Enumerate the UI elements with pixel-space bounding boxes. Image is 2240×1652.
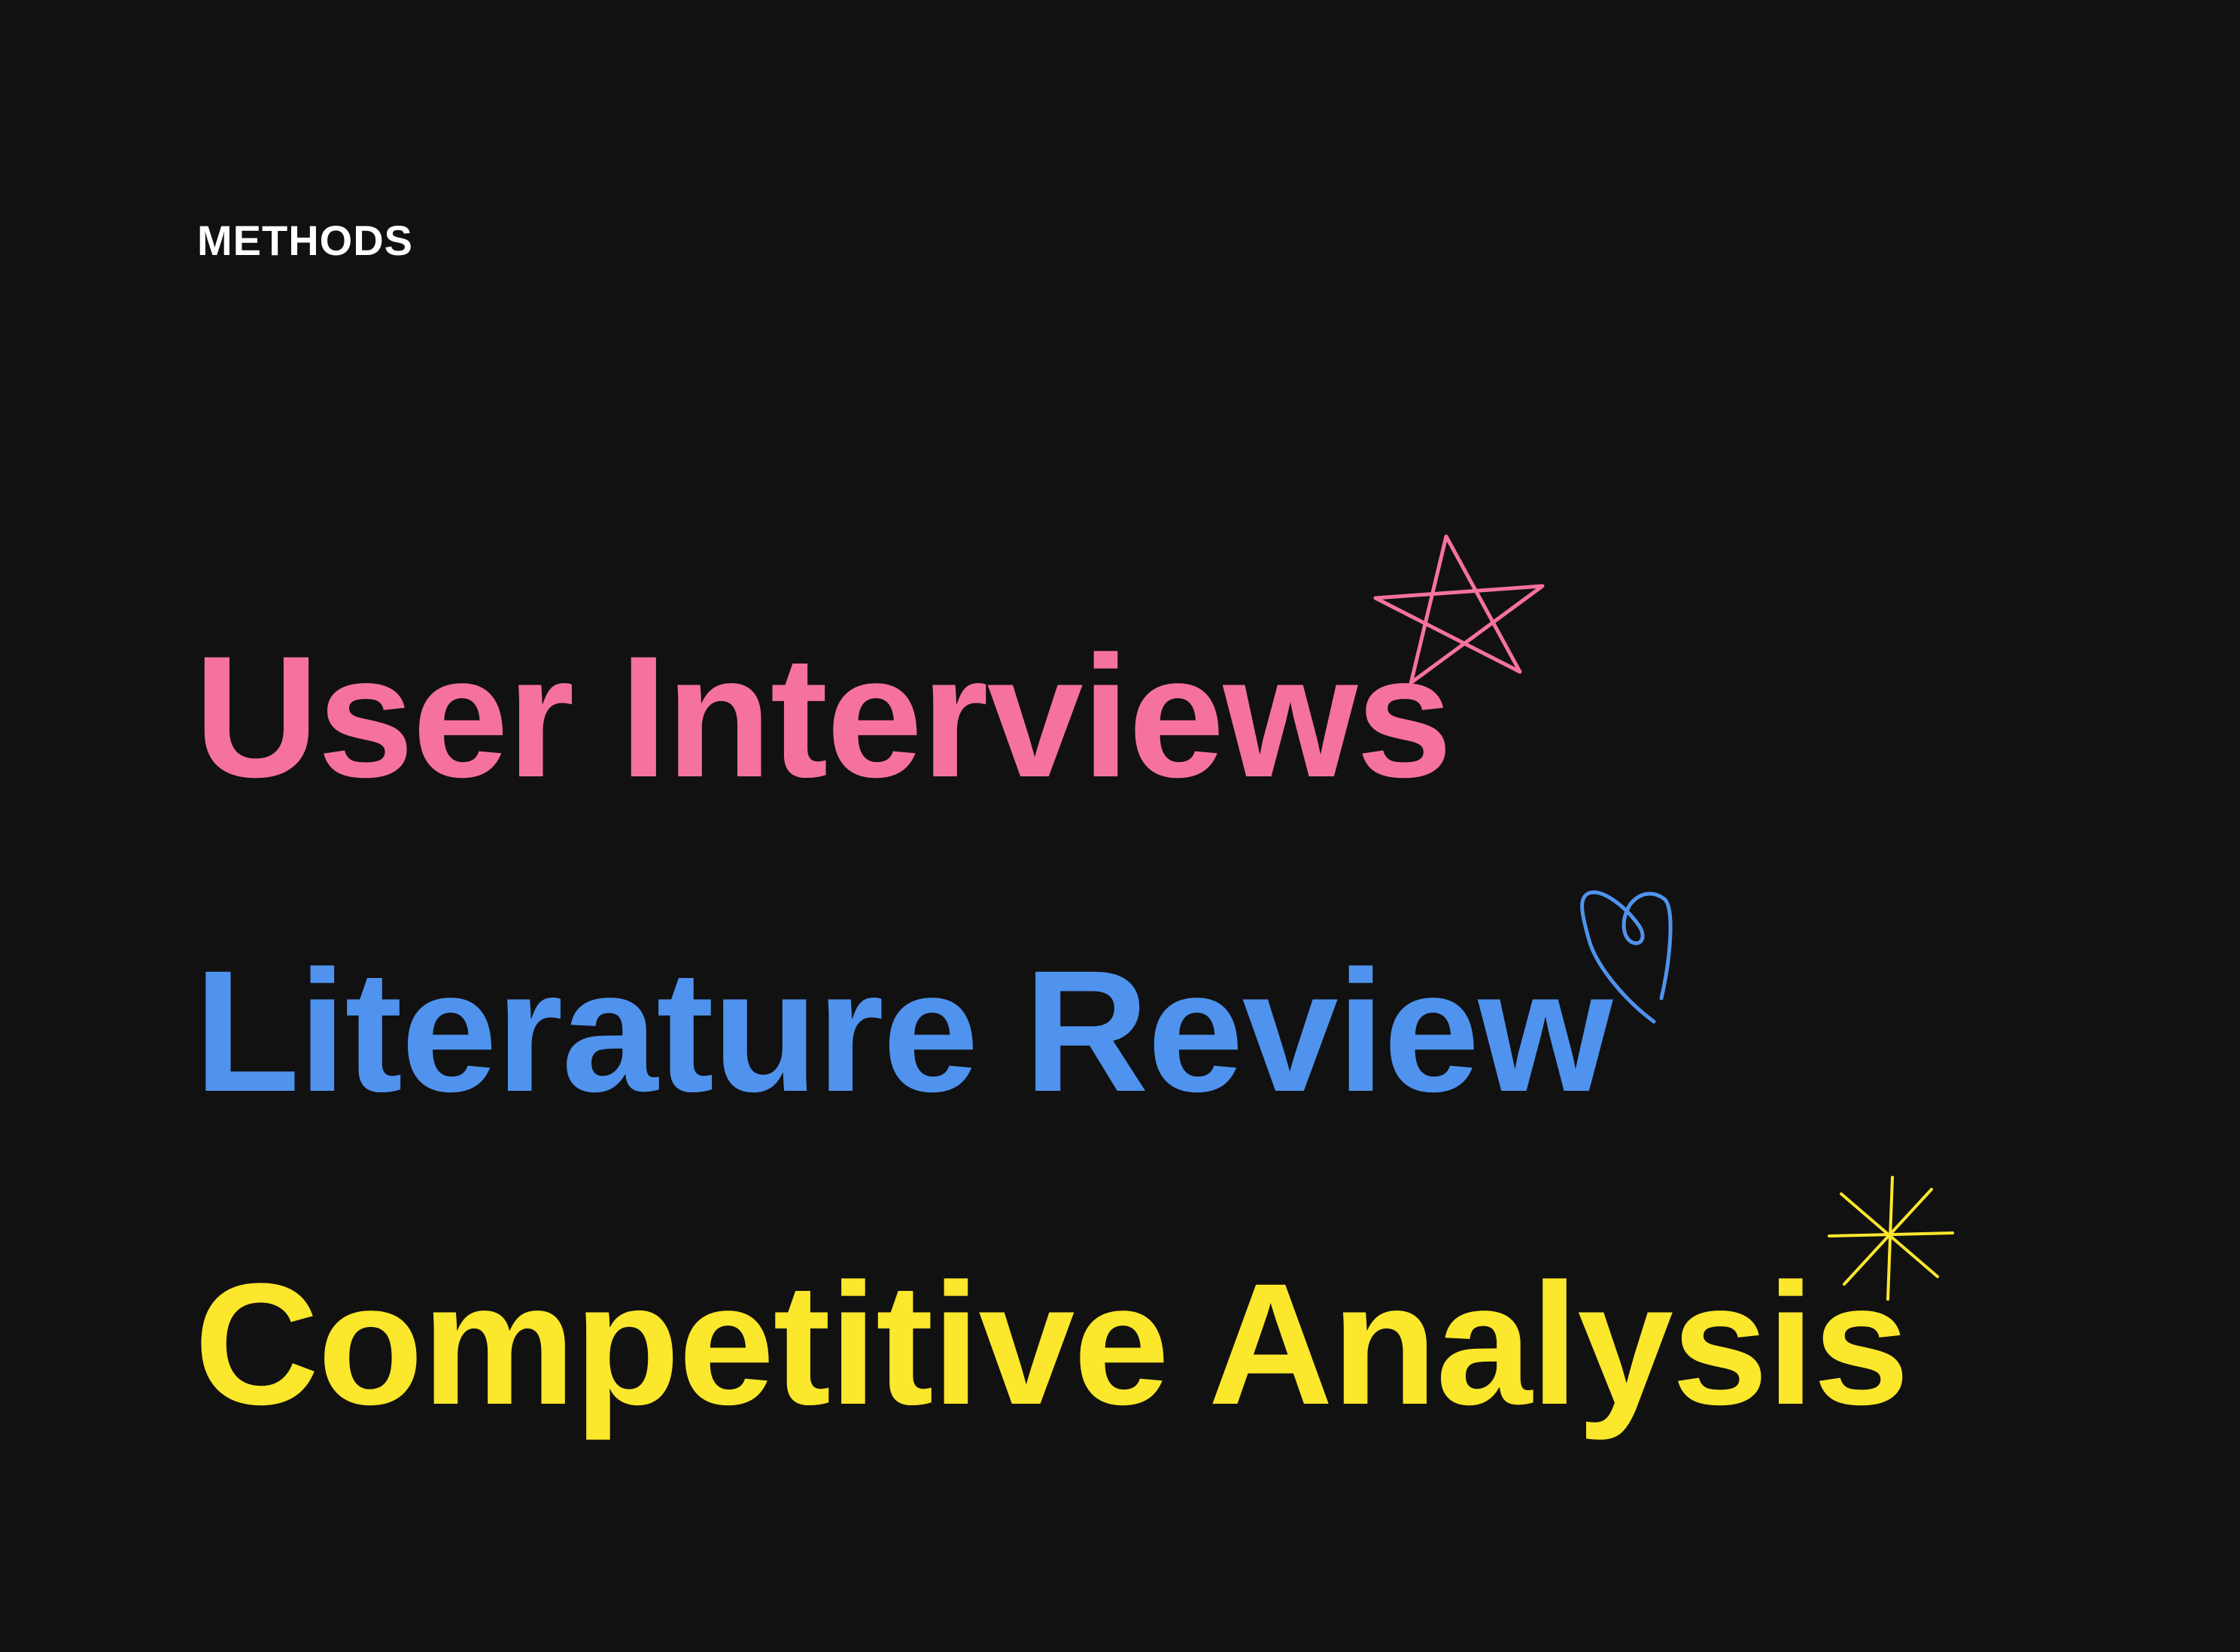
method-competitive-analysis: Competitive Analysis (194, 1247, 1910, 1441)
sparkle-icon (1828, 1176, 1954, 1301)
star-icon (1373, 534, 1545, 689)
heart-icon (1580, 890, 1673, 1024)
method-user-interviews: User Interviews (194, 620, 1452, 813)
method-literature-review: Literature Review (194, 934, 1612, 1128)
section-label: METHODS (197, 217, 413, 264)
